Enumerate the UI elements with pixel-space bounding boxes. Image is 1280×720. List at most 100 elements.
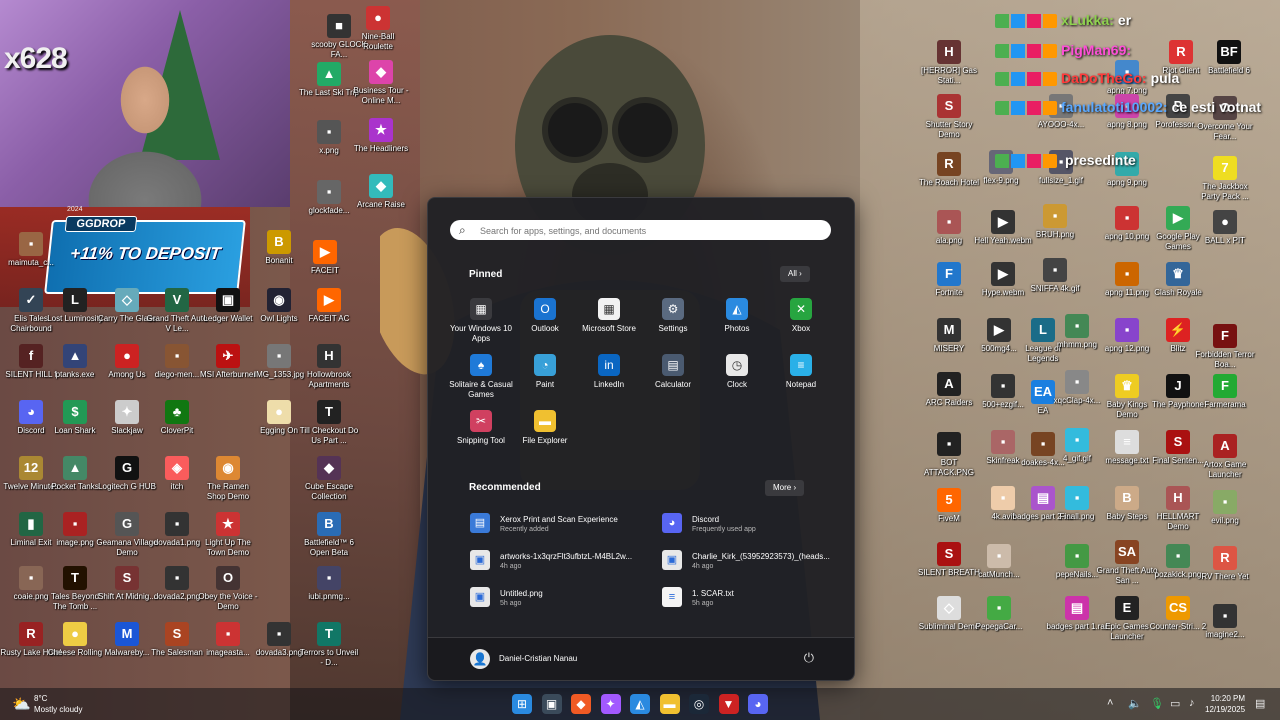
weather-cloud-icon: ⛅: [12, 696, 31, 713]
desktop-icon-faceit[interactable]: ▶ FACEIT: [294, 240, 356, 276]
desktop-icon-forbidden-terror-boa[interactable]: F Forbidden Terror Boa...: [1194, 324, 1256, 370]
image-icon: ▪: [216, 622, 240, 646]
taskbar-clock[interactable]: 10:20 PM 12/19/2025: [1205, 693, 1245, 715]
desktop-icon-till-checkout-do-us-part[interactable]: T Till Checkout Do Us Part ...: [298, 400, 360, 446]
recommended-subtitle: Frequently used app: [692, 526, 756, 533]
microphone-icon[interactable]: 🎙: [1150, 697, 1164, 710]
desktop-icon-ball-x-pit[interactable]: ● BALL x PIT: [1194, 210, 1256, 246]
desktop-icon-pepegacar[interactable]: ▪ PepegaCar...: [968, 596, 1030, 632]
taskbar-figma-figma-icon[interactable]: ✦: [600, 694, 621, 714]
taskbar-file-explorer-folder-icon[interactable]: ▬: [659, 694, 680, 714]
recommended-item[interactable]: ▤ Xerox Print and Scan Experience Recently…: [470, 513, 655, 539]
all-apps-button[interactable]: All ›: [780, 266, 810, 282]
recommended-item[interactable]: ▣ artworks-1x3qrzFlt3ufbtzL-M4BL2w... 4h a…: [470, 550, 655, 576]
desktop-icon-fortnite[interactable]: F Fortnite: [918, 262, 980, 298]
taskbar-vanguard-shield-icon[interactable]: ▼: [718, 694, 739, 714]
pinned-app-label: Microsoft Store: [582, 324, 636, 333]
desktop-icon-ala-png[interactable]: ▪ ala.png: [918, 210, 980, 246]
desktop-icon-herror-gas-stati[interactable]: H [HERROR] Gas Stati...: [918, 40, 980, 86]
network-icon[interactable]: ▭: [1170, 697, 1180, 710]
game-icon: T: [63, 566, 87, 590]
desktop-icon-bot-attack-png[interactable]: ▪ BOT ATTACK.PNG: [918, 432, 980, 478]
pinned-app-settings[interactable]: ⚙ Settings: [641, 298, 705, 334]
recommended-title: Discord: [692, 515, 720, 524]
game-icon: S: [115, 566, 139, 590]
desktop-icon-cube-escape-collection[interactable]: ◆ Cube Escape Collection: [298, 456, 360, 502]
image-icon: ▪: [1065, 486, 1089, 510]
pinned-app-file-explorer[interactable]: ▬ File Explorer: [513, 410, 577, 446]
promo-banner[interactable]: GGDROP +11% TO DEPOSIT: [44, 216, 246, 294]
chat-message: DaDoTheGo: pula: [995, 70, 1275, 87]
recommended-item[interactable]: ≡ 1. SCAR.txt 5h ago: [662, 587, 847, 613]
snipping-tool-icon: ✂: [470, 410, 492, 432]
outlook-icon: O: [534, 298, 556, 320]
desktop-icon-imagine2[interactable]: ▪ imagine2...: [1194, 604, 1256, 640]
pinned-app-solitaire-casual-games[interactable]: ♠ Solitaire & Casual Games: [449, 354, 513, 400]
power-icon[interactable]: ⏻: [804, 650, 814, 666]
taskbar-task-view-task-view-icon[interactable]: ▣: [541, 694, 562, 714]
start-search-input[interactable]: [478, 222, 822, 240]
taskbar-brave-brave-icon[interactable]: ◆: [571, 694, 591, 714]
pinned-app-linkedin[interactable]: in LinkedIn: [577, 354, 641, 390]
desktop-icon-catmunch[interactable]: ▪ catMunch...: [968, 544, 1030, 580]
desktop-icon-terrors-to-unveil-d[interactable]: T Terrors to Unveil - D...: [298, 622, 360, 668]
image-icon: ▪: [267, 622, 291, 646]
pinned-app-notepad[interactable]: ≡ Notepad: [769, 354, 833, 390]
desktop-icon-the-ramen-shop-demo[interactable]: ◉ The Ramen Shop Demo: [197, 456, 259, 502]
game-icon: T: [317, 400, 341, 424]
desktop-icon-the-headliners[interactable]: ★ The Headliners: [350, 118, 412, 154]
pinned-app-outlook[interactable]: O Outlook: [513, 298, 577, 334]
desktop-icon-fivem[interactable]: 5 FiveM: [918, 488, 980, 524]
chat-username: DaDoTheGo:: [1061, 70, 1147, 86]
chevron-up-icon[interactable]: ˄: [1107, 697, 1113, 709]
pinned-app-snipping-tool[interactable]: ✂ Snipping Tool: [449, 410, 513, 446]
pinned-app-photos[interactable]: ◭ Photos: [705, 298, 769, 334]
desktop-icon-obey-the-voice-demo[interactable]: O Obey the Voice - Demo: [197, 566, 259, 612]
desktop-icon-maimuta-c[interactable]: ▪ maimuta_c...: [0, 232, 62, 268]
desktop-icon-hollowbrook-apartments[interactable]: H Hollowbrook Apartments: [298, 344, 360, 390]
clock-icon: ◷: [726, 354, 748, 376]
pinned-app-calculator[interactable]: ▤ Calculator: [641, 354, 705, 390]
pinned-app-xbox[interactable]: ✕ Xbox: [769, 298, 833, 334]
desktop-icon-business-tour-online-m[interactable]: ◆ Business Tour - Online M...: [350, 60, 412, 106]
desktop-icon-bruh-png[interactable]: ▪ BRUH.png: [1024, 204, 1086, 240]
game-icon: ▲: [63, 456, 87, 480]
taskbar-discord-discord-icon[interactable]: ◕: [748, 694, 768, 714]
taskbar-photos-photos-icon[interactable]: ◭: [630, 694, 650, 714]
desktop-icon-shutter-story-demo[interactable]: S Shutter Story Demo: [918, 94, 980, 140]
chat-badges-icon: [995, 14, 1057, 29]
taskbar-steam-steam-icon[interactable]: ◎: [689, 694, 709, 714]
desktop-icon-farmerama[interactable]: F Farmerama: [1194, 374, 1256, 410]
desktop-icon-label: The Jackbox Party Pack ...: [1201, 182, 1249, 201]
desktop-icon-evil-png[interactable]: ▪ evil.png: [1194, 490, 1256, 526]
pinned-app-your-windows-10-apps[interactable]: ▦ Your Windows 10 Apps: [449, 298, 513, 344]
start-search-box[interactable]: ⌕: [450, 220, 831, 240]
game-icon: S: [937, 542, 961, 566]
desktop-icon-nine-ball-roulette[interactable]: ● Nine-Ball Roulette: [347, 6, 409, 52]
desktop-icon-rv-there-yet[interactable]: R RV There Yet: [1194, 546, 1256, 582]
desktop-icon-faceit-ac[interactable]: ▶ FACEIT AC: [298, 288, 360, 324]
desktop-icon-sniffa-4k-gif[interactable]: ▪ SNIFFA 4k.gif: [1024, 258, 1086, 294]
pinned-app-clock[interactable]: ◷ Clock: [705, 354, 769, 390]
desktop-icon-arcane-raise[interactable]: ◆ Arcane Raise: [350, 174, 412, 210]
desktop-icon-light-up-the-town-demo[interactable]: ★ Light Up The Town Demo: [197, 512, 259, 558]
desktop-icon-arc-raiders[interactable]: A ARC Raiders: [918, 372, 980, 408]
desktop-icon-cloverpit[interactable]: ♣ CloverPit: [146, 400, 208, 436]
pinned-app-microsoft-store[interactable]: ▦ Microsoft Store: [577, 298, 641, 334]
pinned-app-paint[interactable]: ◔ Paint: [513, 354, 577, 390]
desktop-icon-artox-game-launcher[interactable]: A Artox Game Launcher: [1194, 434, 1256, 480]
desktop-icon-clash-royale[interactable]: ♛ Clash Royale: [1147, 262, 1209, 298]
recommended-item[interactable]: ▣ Untitled.png 5h ago: [470, 587, 655, 613]
recommended-item[interactable]: ◕ Discord Frequently used app: [662, 513, 847, 539]
weather-desc: Mostly cloudy: [34, 705, 83, 714]
desktop-icon-battlefield-6-open-beta[interactable]: B Battlefield™ 6 Open Beta: [298, 512, 360, 558]
taskbar-start-windows-icon[interactable]: ⊞: [512, 694, 532, 714]
speaker-volume-icon[interactable]: ♪: [1189, 697, 1195, 709]
recommended-item[interactable]: ▣ Charlie_Kirk_(53952923573)_(heads... 4h …: [662, 550, 847, 576]
notifications-icon[interactable]: ▤: [1255, 697, 1265, 710]
user-name[interactable]: Daniel-Cristian Nanau: [499, 654, 577, 663]
desktop-icon-iubi-pnmg[interactable]: ▪ iubi.pnmg...: [298, 566, 360, 602]
more-button[interactable]: More ›: [765, 480, 805, 496]
user-avatar[interactable]: 👤: [470, 649, 490, 669]
speaker-icon[interactable]: 🔈: [1128, 697, 1142, 710]
